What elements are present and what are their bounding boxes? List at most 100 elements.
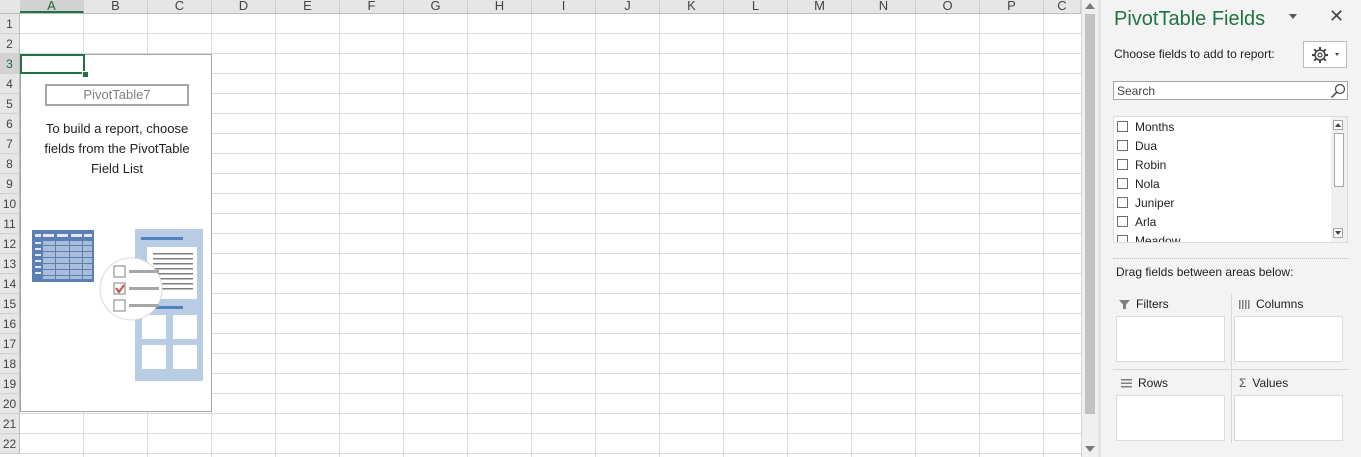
pivot-fields-pane: PivotTable Fields ✕ Choose fields to add… xyxy=(1101,0,1361,457)
field-checkbox[interactable] xyxy=(1117,121,1128,132)
scroll-down-button[interactable] xyxy=(1333,228,1343,238)
field-label: Months xyxy=(1135,119,1175,134)
column-header[interactable]: C xyxy=(1044,0,1081,13)
field-item[interactable]: Dua xyxy=(1117,136,1157,155)
row-header[interactable]: 2 xyxy=(0,34,20,54)
column-header[interactable]: D xyxy=(212,0,276,13)
field-checkbox[interactable] xyxy=(1117,178,1128,189)
values-drop-area[interactable] xyxy=(1234,395,1343,441)
rows-area-header: Rows xyxy=(1121,375,1168,391)
select-all-corner[interactable] xyxy=(0,0,21,13)
active-cell-a3[interactable] xyxy=(20,54,85,74)
column-header[interactable]: G xyxy=(404,0,468,13)
row-header[interactable]: 9 xyxy=(0,174,20,194)
field-label: Meadow xyxy=(1135,233,1181,243)
row-header[interactable]: 13 xyxy=(0,254,20,274)
row-header[interactable]: 16 xyxy=(0,314,20,334)
column-header[interactable]: N xyxy=(852,0,916,13)
field-checkbox[interactable] xyxy=(1117,140,1128,151)
row-header[interactable]: 12 xyxy=(0,234,20,254)
triangle-down-icon xyxy=(1335,231,1341,235)
row-header[interactable]: 6 xyxy=(0,114,20,134)
scroll-down-arrow-icon[interactable] xyxy=(1085,446,1095,452)
row-header[interactable]: 20 xyxy=(0,394,20,414)
row-header[interactable]: 14 xyxy=(0,274,20,294)
field-item[interactable]: Arla xyxy=(1117,212,1156,231)
field-item[interactable]: Juniper xyxy=(1117,193,1174,212)
columns-drop-area[interactable] xyxy=(1234,316,1343,362)
pivot-illustration-icon xyxy=(32,229,203,381)
areas-horizontal-separator xyxy=(1113,369,1349,370)
column-header[interactable]: A xyxy=(20,0,84,13)
rows-label: Rows xyxy=(1138,376,1169,390)
field-checkbox[interactable] xyxy=(1117,216,1128,227)
worksheet[interactable]: ABCDEFGHIJKLMNOPC PivotTable7 To build a… xyxy=(0,0,1081,457)
pivot-table-instructions: To build a report, choose fields from th… xyxy=(44,121,190,176)
filters-drop-area[interactable] xyxy=(1116,316,1225,362)
field-list[interactable]: Months Dua Robin Nola Juniper Arla Meadow xyxy=(1113,116,1348,243)
field-list-scroll-thumb[interactable] xyxy=(1334,133,1344,187)
field-item[interactable]: Robin xyxy=(1117,155,1166,174)
pane-title: PivotTable Fields xyxy=(1114,8,1266,30)
search-box[interactable] xyxy=(1113,81,1348,100)
search-input[interactable] xyxy=(1114,82,1330,99)
row-header[interactable]: 4 xyxy=(0,74,20,94)
row-header[interactable]: 5 xyxy=(0,94,20,114)
filters-label: Filters xyxy=(1136,297,1169,311)
column-header[interactable]: O xyxy=(916,0,980,13)
field-checkbox[interactable] xyxy=(1117,235,1128,242)
choose-fields-label: Choose fields to add to report: xyxy=(1114,47,1275,61)
rows-drop-area[interactable] xyxy=(1116,395,1225,441)
column-header[interactable]: E xyxy=(276,0,340,13)
field-item[interactable]: Months xyxy=(1117,117,1174,136)
scroll-up-arrow-icon[interactable] xyxy=(1085,3,1095,9)
column-header-row: ABCDEFGHIJKLMNOPC xyxy=(0,0,1081,14)
pivot-table-name: PivotTable7 xyxy=(45,84,189,106)
field-item[interactable]: Meadow xyxy=(1117,231,1181,243)
row-header[interactable]: 19 xyxy=(0,374,20,394)
close-icon[interactable]: ✕ xyxy=(1329,6,1344,26)
values-label: Values xyxy=(1252,376,1289,390)
row-header[interactable]: 3 xyxy=(0,54,20,74)
row-header[interactable]: 17 xyxy=(0,334,20,354)
column-header[interactable]: M xyxy=(788,0,852,13)
row-header[interactable]: 18 xyxy=(0,354,20,374)
worksheet-vertical-scrollbar[interactable] xyxy=(1081,0,1098,457)
field-item[interactable]: Nola xyxy=(1117,174,1160,193)
tools-gear-button[interactable] xyxy=(1303,41,1347,68)
scrollbar-thumb[interactable] xyxy=(1085,14,1095,414)
column-header[interactable]: C xyxy=(148,0,212,13)
row-header[interactable]: 10 xyxy=(0,194,20,214)
filter-icon xyxy=(1119,299,1130,309)
field-list-scrollbar[interactable] xyxy=(1331,117,1347,242)
row-header[interactable]: 11 xyxy=(0,214,20,234)
column-header[interactable]: K xyxy=(660,0,724,13)
field-checkbox[interactable] xyxy=(1117,159,1128,170)
chevron-down-icon xyxy=(1335,53,1339,56)
rows-icon xyxy=(1121,378,1132,387)
column-header[interactable]: B xyxy=(84,0,148,13)
row-header[interactable]: 15 xyxy=(0,294,20,314)
column-header[interactable]: P xyxy=(980,0,1044,13)
field-checkbox[interactable] xyxy=(1117,197,1128,208)
row-header[interactable]: 7 xyxy=(0,134,20,154)
columns-icon xyxy=(1239,299,1250,309)
pivot-table-placeholder[interactable]: PivotTable7 To build a report, choose fi… xyxy=(20,54,212,412)
row-header[interactable]: 8 xyxy=(0,154,20,174)
pane-options-dropdown-icon[interactable] xyxy=(1289,14,1297,19)
column-header[interactable]: L xyxy=(724,0,788,13)
scroll-up-button[interactable] xyxy=(1333,120,1343,130)
column-header[interactable]: F xyxy=(340,0,404,13)
row-header[interactable]: 1 xyxy=(0,14,20,34)
row-header[interactable]: 21 xyxy=(0,414,20,434)
areas-vertical-separator xyxy=(1231,293,1232,443)
drag-fields-label: Drag fields between areas below: xyxy=(1116,265,1294,279)
fill-handle[interactable] xyxy=(82,71,89,78)
row-header[interactable]: 22 xyxy=(0,434,20,454)
field-label: Juniper xyxy=(1135,195,1175,210)
field-label: Nola xyxy=(1135,176,1160,191)
column-header[interactable]: J xyxy=(596,0,660,13)
column-header[interactable]: H xyxy=(468,0,532,13)
search-icon[interactable] xyxy=(1330,83,1346,99)
column-header[interactable]: I xyxy=(532,0,596,13)
